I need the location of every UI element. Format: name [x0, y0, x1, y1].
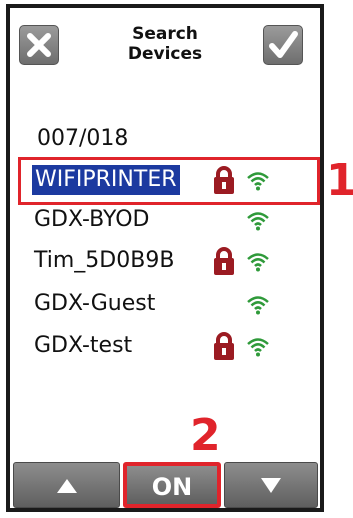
callout-2: 2	[190, 410, 221, 461]
scroll-up-button[interactable]	[13, 462, 120, 508]
cancel-button[interactable]	[19, 25, 59, 65]
lock-icon	[212, 246, 236, 276]
network-ssid: GDX-BYOD	[34, 207, 150, 232]
wifi-signal-icon	[246, 250, 270, 274]
confirm-button[interactable]	[263, 25, 303, 65]
title-line-1: Search	[132, 24, 198, 44]
title-line-2: Devices	[127, 44, 203, 64]
device-counter: 007/018	[37, 126, 129, 151]
bottom-bar: ON	[10, 462, 320, 508]
triangle-up-icon	[57, 479, 77, 493]
network-row[interactable]: GDX-test	[34, 329, 302, 367]
page-title: Search Devices	[105, 24, 225, 64]
wifi-signal-icon	[246, 335, 270, 359]
on-button-label: ON	[151, 473, 193, 501]
on-button[interactable]: ON	[123, 462, 221, 508]
callout-1: 1	[326, 155, 353, 206]
network-ssid: GDX-Guest	[34, 291, 156, 316]
lock-icon	[212, 331, 236, 361]
checkmark-icon	[269, 31, 298, 58]
scroll-down-button[interactable]	[224, 462, 318, 508]
close-icon	[27, 33, 51, 57]
network-row[interactable]: Tim_5D0B9B	[34, 244, 302, 282]
highlight-box-1	[18, 157, 320, 205]
network-ssid: GDX-test	[34, 333, 133, 358]
wifi-signal-icon	[246, 293, 270, 317]
triangle-down-icon	[261, 478, 281, 493]
wifi-signal-icon	[246, 209, 270, 233]
network-row[interactable]: GDX-BYOD	[34, 203, 302, 241]
network-row[interactable]: GDX-Guest	[34, 287, 302, 325]
network-ssid: Tim_5D0B9B	[34, 248, 175, 273]
